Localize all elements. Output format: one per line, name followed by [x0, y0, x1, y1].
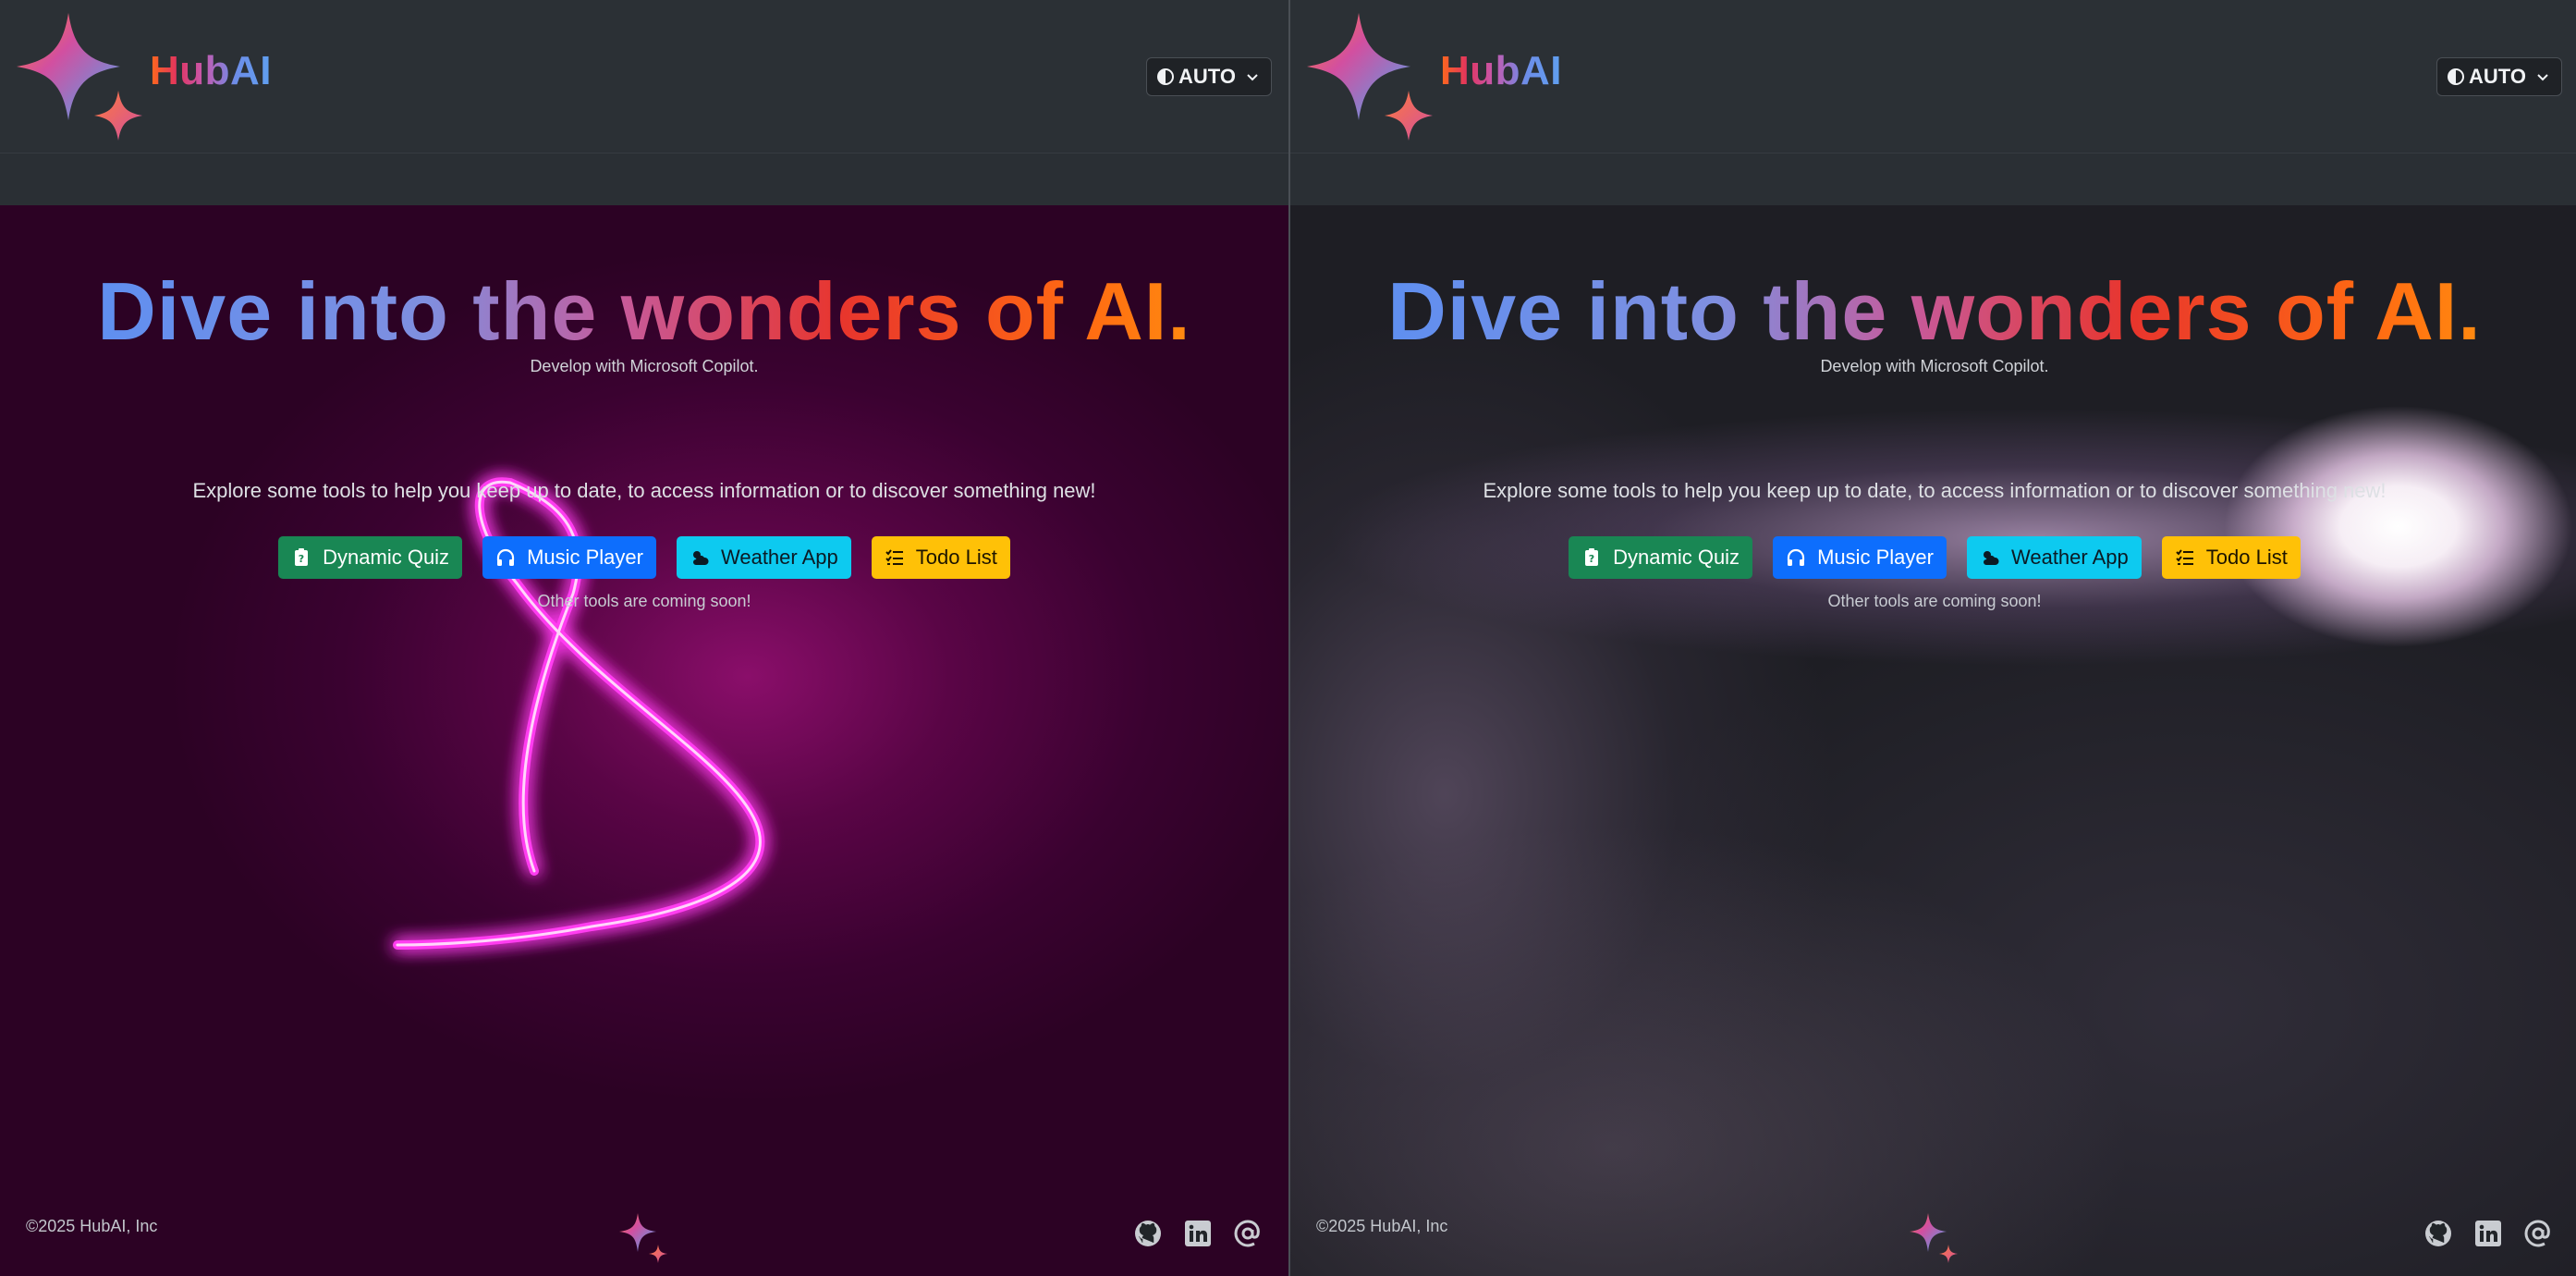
brand-name[interactable]: HubAI	[150, 48, 272, 94]
music-player-label: Music Player	[527, 546, 643, 569]
music-player-label: Music Player	[1817, 546, 1934, 569]
dynamic-quiz-button[interactable]: ? Dynamic Quiz	[278, 536, 463, 579]
github-icon[interactable]	[1133, 1219, 1163, 1248]
music-player-button[interactable]: Music Player	[482, 536, 656, 579]
at-sign-icon[interactable]	[1233, 1219, 1263, 1248]
linkedin-icon[interactable]	[2473, 1219, 2503, 1248]
clipboard-question-icon: ?	[295, 548, 309, 566]
contrast-half-circle-icon	[2448, 68, 2464, 85]
cloud-sun-icon	[692, 551, 709, 565]
theme-toggle-dropdown[interactable]: AUTO	[2436, 57, 2562, 96]
contrast-half-circle-icon	[1157, 68, 1174, 85]
hero-explore-text: Explore some tools to help you keep up t…	[192, 479, 1096, 502]
footer-social-links	[1133, 1219, 1263, 1248]
pane-left: HubAI AUTO Dive into the wonders of AI. …	[0, 0, 1288, 1276]
hero-headline: Dive into the wonders of AI.	[97, 265, 1191, 357]
hero-section: Dive into the wonders of AI. Develop wit…	[1290, 205, 2576, 1276]
secondary-navbar	[1290, 153, 2576, 205]
sparkle-logo-icon[interactable]	[1303, 11, 1442, 145]
dynamic-quiz-label: Dynamic Quiz	[1613, 546, 1740, 569]
todo-list-label: Todo List	[2205, 546, 2288, 569]
sparkle-logo-icon[interactable]	[13, 11, 152, 145]
headphones-icon	[1787, 548, 1805, 566]
secondary-navbar	[0, 153, 1288, 205]
footer-sparkle-icon	[619, 1213, 667, 1263]
linkedin-icon[interactable]	[1183, 1219, 1213, 1248]
clipboard-question-icon: ?	[1585, 548, 1599, 566]
cloud-sun-icon	[1983, 551, 1999, 565]
dynamic-quiz-button[interactable]: ? Dynamic Quiz	[1569, 536, 1753, 579]
hero-explore-text: Explore some tools to help you keep up t…	[1483, 479, 2387, 502]
svg-text:?: ?	[299, 553, 304, 565]
footer-copyright: ©2025 HubAI, Inc	[1316, 1217, 1448, 1235]
coming-soon-text: Other tools are coming soon!	[537, 592, 751, 610]
weather-app-label: Weather App	[720, 546, 838, 569]
hero-headline: Dive into the wonders of AI.	[1387, 265, 2482, 357]
hero-subtitle: Develop with Microsoft Copilot.	[530, 357, 759, 375]
hero-subtitle: Develop with Microsoft Copilot.	[1820, 357, 2049, 375]
todo-list-label: Todo List	[915, 546, 997, 569]
at-sign-icon[interactable]	[2523, 1219, 2553, 1248]
github-icon[interactable]	[2423, 1219, 2453, 1248]
brand-name[interactable]: HubAI	[1440, 48, 1562, 94]
theme-toggle-dropdown[interactable]: AUTO	[1146, 57, 1272, 96]
svg-text:?: ?	[1589, 553, 1594, 565]
footer-copyright: ©2025 HubAI, Inc	[26, 1217, 158, 1235]
hero-section: Dive into the wonders of AI. Develop wit…	[0, 205, 1288, 1276]
weather-app-button[interactable]: Weather App	[676, 536, 851, 579]
dynamic-quiz-label: Dynamic Quiz	[323, 546, 450, 569]
chevron-down-icon	[2537, 74, 2548, 81]
tool-buttons: ? Dynamic Quiz Music Player Weather App	[1290, 536, 2576, 579]
todo-list-button[interactable]: Todo List	[2161, 536, 2301, 579]
navbar: HubAI AUTO	[0, 0, 1288, 153]
coming-soon-text: Other tools are coming soon!	[1827, 592, 2042, 610]
tool-buttons: ? Dynamic Quiz Music Player Weather App	[0, 536, 1288, 579]
pane-right: HubAI AUTO Dive into the wonders of AI. …	[1290, 0, 2576, 1276]
navbar: HubAI AUTO	[1290, 0, 2576, 153]
theme-toggle-label: AUTO	[1178, 65, 1236, 88]
theme-toggle-label: AUTO	[2469, 65, 2526, 88]
weather-app-label: Weather App	[2010, 546, 2129, 569]
list-check-icon	[2176, 549, 2193, 565]
todo-list-button[interactable]: Todo List	[871, 536, 1010, 579]
footer-sparkle-icon	[1910, 1213, 1958, 1263]
headphones-icon	[496, 548, 515, 566]
list-check-icon	[885, 549, 903, 565]
weather-app-button[interactable]: Weather App	[1966, 536, 2142, 579]
music-player-button[interactable]: Music Player	[1773, 536, 1947, 579]
footer-social-links	[2423, 1219, 2553, 1248]
chevron-down-icon	[1247, 74, 1258, 81]
